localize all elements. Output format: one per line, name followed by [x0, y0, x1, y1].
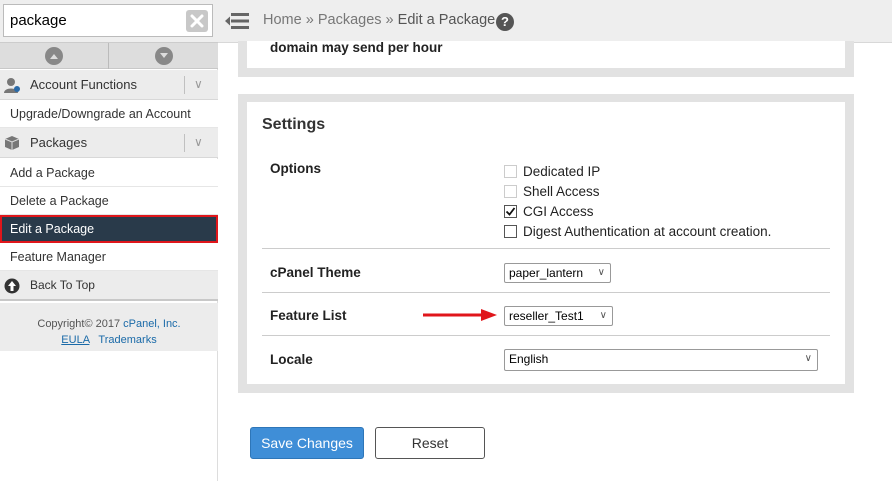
category-label: Packages	[30, 135, 88, 150]
divider	[262, 335, 830, 336]
help-icon[interactable]: ?	[496, 13, 514, 31]
sidebar: Account Functions ∨ Upgrade/Downgrade an…	[0, 0, 218, 481]
sidebar-footer: Copyright© 2017 cPanel, Inc. EULA Tradem…	[0, 303, 218, 351]
mail-panel: domain may send per hour	[238, 40, 854, 77]
search-input[interactable]	[3, 4, 213, 37]
chevron-down-icon: ∨	[804, 353, 812, 364]
checkbox[interactable]	[504, 164, 517, 178]
back-to-top-button[interactable]: Back To Top	[0, 271, 218, 301]
category-account-functions[interactable]: Account Functions ∨	[0, 70, 218, 100]
sidebar-item-upgrade-downgrade[interactable]: Upgrade/Downgrade an Account	[0, 100, 218, 128]
clear-search-button[interactable]	[186, 10, 208, 32]
copyright-text: Copyright© 2017	[37, 318, 124, 330]
back-to-top-label: Back To Top	[30, 278, 95, 292]
divider	[262, 292, 830, 293]
user-icon	[4, 78, 20, 93]
reset-button[interactable]: Reset	[375, 427, 485, 459]
checkmark-icon	[505, 206, 516, 216]
category-packages[interactable]: Packages ∨	[0, 128, 218, 158]
breadcrumb-packages[interactable]: Packages	[318, 12, 382, 28]
save-changes-button[interactable]: Save Changes	[250, 427, 364, 459]
breadcrumb-separator: »	[305, 12, 314, 28]
settings-panel: Settings Options Dedicated IP Shell Acce…	[238, 94, 854, 393]
feature-list-label: Feature List	[270, 308, 347, 323]
close-icon	[190, 14, 204, 28]
top-bar: Home » Packages » Edit a Package ?	[218, 0, 892, 43]
sidebar-item-delete-package[interactable]: Delete a Package	[0, 187, 218, 215]
checkbox[interactable]	[504, 224, 517, 238]
breadcrumb-current: Edit a Package	[397, 12, 496, 28]
cpanel-link[interactable]: cPanel, Inc.	[123, 318, 180, 330]
main-content: domain may send per hour Settings Option…	[218, 40, 892, 481]
chevron-up-icon	[45, 47, 63, 65]
breadcrumb-home[interactable]: Home	[263, 12, 302, 28]
chevron-down-icon: ∨	[599, 310, 607, 321]
mail-limit-label: domain may send per hour	[270, 40, 443, 55]
trademarks-link[interactable]: Trademarks	[98, 334, 156, 346]
cpanel-theme-select[interactable]: paper_lantern ∨	[504, 263, 611, 283]
options-label: Options	[270, 161, 321, 176]
feature-list-select[interactable]: reseller_Test1 ∨	[504, 306, 613, 326]
breadcrumb: Home » Packages » Edit a Package	[263, 12, 495, 28]
expand-all-button[interactable]	[109, 43, 218, 69]
breadcrumb-separator: »	[385, 12, 394, 28]
eula-link[interactable]: EULA	[61, 334, 89, 346]
menu-collapse-icon[interactable]	[225, 12, 249, 30]
chevron-down-icon: ∨	[194, 135, 203, 149]
sidebar-item-edit-package[interactable]: Edit a Package	[0, 215, 218, 243]
option-digest-auth[interactable]: Digest Authentication at account creatio…	[504, 222, 771, 240]
divider	[184, 134, 185, 152]
settings-title: Settings	[262, 116, 326, 133]
annotation-arrow-icon	[423, 309, 497, 321]
checkbox[interactable]	[504, 184, 517, 198]
checkbox-checked[interactable]	[504, 204, 517, 218]
option-shell-access[interactable]: Shell Access	[504, 182, 600, 200]
sidebar-item-add-package[interactable]: Add a Package	[0, 159, 218, 187]
chevron-down-icon	[154, 47, 173, 65]
search-bar	[0, 0, 218, 43]
chevron-down-icon: ∨	[597, 267, 605, 278]
collapse-all-button[interactable]	[0, 43, 109, 69]
locale-select[interactable]: English ∨	[504, 349, 818, 371]
package-icon	[4, 136, 20, 150]
arrow-up-circle-icon	[4, 278, 20, 294]
option-cgi-access[interactable]: CGI Access	[504, 202, 594, 220]
divider	[262, 248, 830, 249]
divider	[184, 76, 185, 94]
chevron-down-icon: ∨	[194, 77, 203, 91]
cpanel-theme-label: cPanel Theme	[270, 265, 361, 280]
locale-label: Locale	[270, 352, 313, 367]
collapse-controls	[0, 43, 218, 69]
category-label: Account Functions	[30, 77, 137, 92]
sidebar-item-feature-manager[interactable]: Feature Manager	[0, 243, 218, 271]
option-dedicated-ip[interactable]: Dedicated IP	[504, 162, 600, 180]
